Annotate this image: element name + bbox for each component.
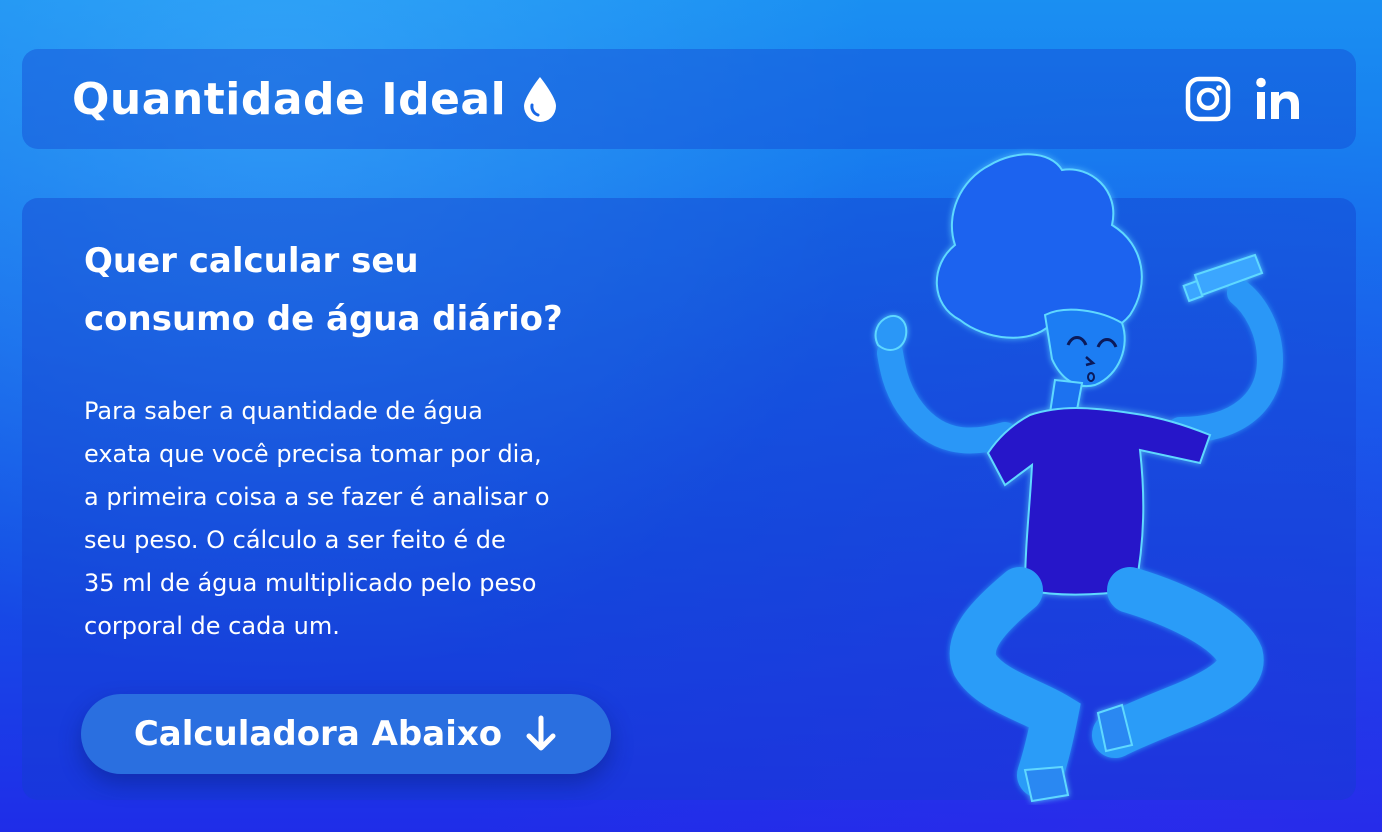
- water-drop-icon: [524, 77, 557, 122]
- brand[interactable]: Quantidade Ideal: [72, 74, 560, 125]
- person-jumping-illustration: [874, 153, 1284, 803]
- description-line: a primeira coisa a se fazer é analisar o: [84, 483, 550, 511]
- linkedin-icon: [1256, 77, 1299, 119]
- headline-line: consumo de água diário?: [84, 299, 563, 339]
- description-line: seu peso. O cálculo a ser feito é de: [84, 526, 506, 554]
- description-line: corporal de cada um.: [84, 612, 340, 640]
- top-bar: Quantidade Ideal: [22, 49, 1356, 149]
- cta-label: Calculadora Abaixo: [133, 714, 503, 754]
- description-line: Para saber a quantidade de água: [84, 397, 483, 425]
- description-line: 35 ml de água multiplicado pelo peso: [84, 569, 537, 597]
- headline-line: Quer calcular seu: [84, 241, 419, 281]
- linkedin-link[interactable]: [1254, 75, 1302, 123]
- social-links: [1184, 75, 1302, 123]
- hero-description: Para saber a quantidade de água exata qu…: [84, 390, 644, 648]
- hero-headline: Quer calcular seu consumo de água diário…: [84, 232, 684, 348]
- instagram-link[interactable]: [1184, 75, 1232, 123]
- arrow-down-icon: [526, 715, 556, 751]
- instagram-icon: [1185, 76, 1231, 122]
- site-title: Quantidade Ideal: [72, 73, 507, 125]
- calculator-below-button[interactable]: Calculadora Abaixo: [81, 694, 611, 774]
- description-line: exata que você precisa tomar por dia,: [84, 440, 542, 468]
